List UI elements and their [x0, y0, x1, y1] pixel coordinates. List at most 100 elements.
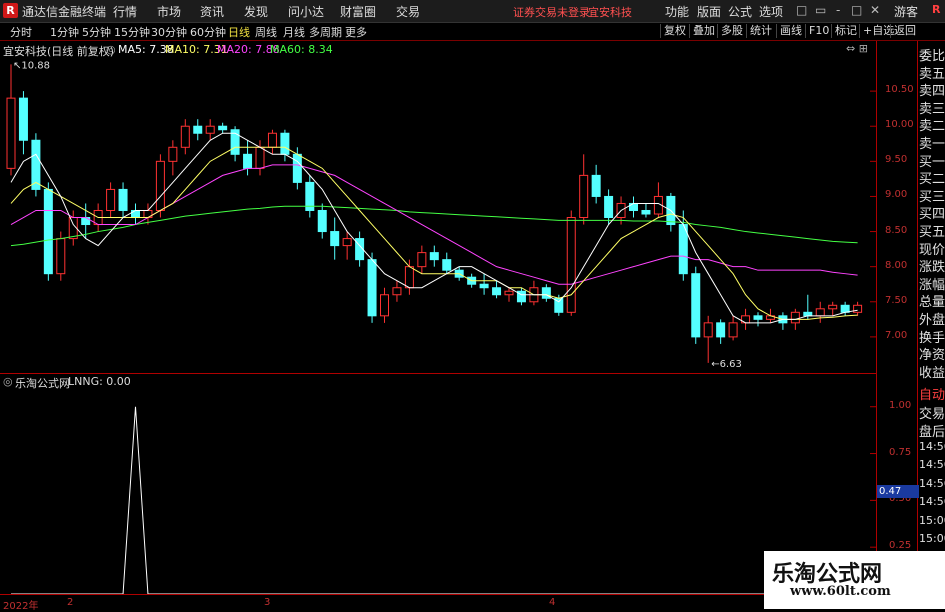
date-label-mar: 3 [264, 597, 271, 608]
app-logo-icon: R [3, 3, 18, 18]
period-tab[interactable]: 月线 [283, 24, 305, 40]
menu-options[interactable]: 选项 [759, 3, 783, 20]
menu-function[interactable]: 功能 [665, 3, 689, 20]
price-tick-label: 8.00 [885, 259, 908, 271]
menu-market-quotes[interactable]: 行情 [113, 3, 137, 20]
candle-body [815, 308, 825, 317]
candle-body [243, 153, 253, 169]
indicator-settings-icon[interactable]: ◎ [3, 375, 13, 388]
restore-icon[interactable]: ▭ [815, 3, 826, 17]
candle-body [442, 259, 452, 271]
app-title: 通达信金融终端 [22, 5, 107, 19]
quote-field-label: 买二 [919, 172, 945, 188]
toolbar-button[interactable]: 统计 [746, 24, 775, 38]
candle-body [106, 188, 116, 211]
candle-body [168, 146, 178, 162]
toolbar-button[interactable]: 复权 [660, 24, 689, 38]
candle-body [6, 97, 16, 169]
toolbar-button[interactable]: 画线 [776, 24, 805, 38]
menu-formula[interactable]: 公式 [728, 3, 752, 20]
candle-body [853, 304, 863, 313]
maximize-icon[interactable]: □ [851, 3, 862, 17]
indicator-chart [11, 406, 876, 594]
quote-field-label: 卖五 [919, 66, 945, 82]
close-icon[interactable]: ✕ [870, 3, 880, 17]
pane-separator[interactable] [0, 373, 876, 374]
period-tab[interactable]: 多周期 [309, 24, 342, 40]
candle-body [417, 252, 427, 268]
quote-field-label: 卖三 [919, 101, 945, 117]
tick-time: 15:00 [919, 532, 945, 545]
price-tick-label: 8.50 [885, 224, 908, 236]
indicator-tick-label: 0.25 [889, 540, 912, 552]
menu-trade[interactable]: 交易 [396, 3, 420, 20]
watermark-url: www.60lt.com [790, 584, 891, 599]
candle-body [728, 322, 738, 338]
candle-body [193, 125, 203, 134]
indicator-tick-label: 1.00 [889, 399, 912, 411]
candle-body [840, 304, 850, 313]
candle-body [803, 311, 813, 317]
quote-field-label: 净资 [919, 348, 945, 364]
candle-body [828, 304, 838, 310]
period-tab[interactable]: 60分钟 [190, 24, 226, 40]
toolbar-button[interactable]: F10 [805, 24, 832, 38]
candle-body [641, 209, 651, 215]
candle-body [280, 132, 290, 155]
candle-body [18, 97, 28, 141]
ma10-line [10, 146, 858, 320]
period-tab[interactable]: 分时 [10, 24, 32, 40]
candle-body [218, 125, 228, 131]
guest-label[interactable]: 游客 [894, 3, 918, 20]
quote-field-label: 现价 [919, 242, 945, 258]
indicator-current-value: 0.47 [877, 485, 919, 498]
side-tab[interactable]: 盘后 [919, 421, 945, 440]
candle-body [155, 160, 165, 211]
ma-settings-icon[interactable]: ◎ [106, 43, 116, 56]
toolbar-button[interactable]: 多股 [717, 24, 746, 38]
indicator-value: LNNG: 0.00 [68, 375, 131, 388]
candle-body [380, 294, 389, 317]
toolbar-button[interactable]: 叠加 [689, 24, 718, 38]
quote-field-label: 涨跌 [919, 260, 945, 276]
tick-time: 15:00 [919, 513, 945, 527]
candle-body [367, 259, 377, 317]
period-tab[interactable]: 周线 [255, 24, 277, 40]
period-tab[interactable]: 更多 [345, 24, 367, 40]
period-tab[interactable]: 1分钟 [50, 24, 79, 40]
period-tab[interactable]: 15分钟 [114, 24, 150, 40]
side-tab[interactable]: 交易 [919, 403, 945, 422]
quote-field-label: 卖一 [919, 137, 945, 152]
candle-body [703, 322, 713, 338]
date-label-feb: 2 [67, 597, 74, 608]
candle-body [180, 125, 190, 148]
side-tab[interactable]: 自动 [919, 384, 945, 403]
minimize-icon[interactable]: - [836, 3, 840, 17]
quote-field-label: 买五 [919, 225, 945, 240]
menu-market[interactable]: 市场 [157, 3, 181, 20]
period-tab[interactable]: 5分钟 [82, 24, 111, 40]
candle-body [255, 146, 265, 169]
candle-body [691, 273, 701, 338]
candle-body [753, 315, 763, 320]
quote-field-label: 换手 [919, 330, 945, 346]
period-tab[interactable]: 30分钟 [151, 24, 187, 40]
candle-body [292, 153, 302, 183]
menu-wealth-circle[interactable]: 财富圈 [340, 3, 376, 20]
menu-news[interactable]: 资讯 [200, 3, 224, 20]
pane-tools-icon[interactable]: ⇔ ⊞ [846, 42, 868, 55]
menu-ask[interactable]: 问小达 [288, 3, 324, 20]
candle-body [429, 252, 439, 261]
trade-login-warning[interactable]: 证券交易未登录 [513, 4, 590, 20]
window-icon[interactable]: □ [796, 3, 807, 17]
date-label-year: 2022年 [3, 601, 39, 612]
menu-layout[interactable]: 版面 [697, 3, 721, 20]
candle-body [330, 231, 340, 247]
date-label-apr: 4 [549, 597, 556, 608]
toolbar-button[interactable]: 返回 [890, 24, 919, 38]
menu-discover[interactable]: 发现 [244, 3, 268, 20]
candle-body [205, 125, 215, 134]
period-tab[interactable]: 日线 [228, 24, 250, 40]
toolbar-button[interactable]: 标记 [831, 24, 860, 38]
quote-field-label: 涨幅 [919, 277, 945, 293]
